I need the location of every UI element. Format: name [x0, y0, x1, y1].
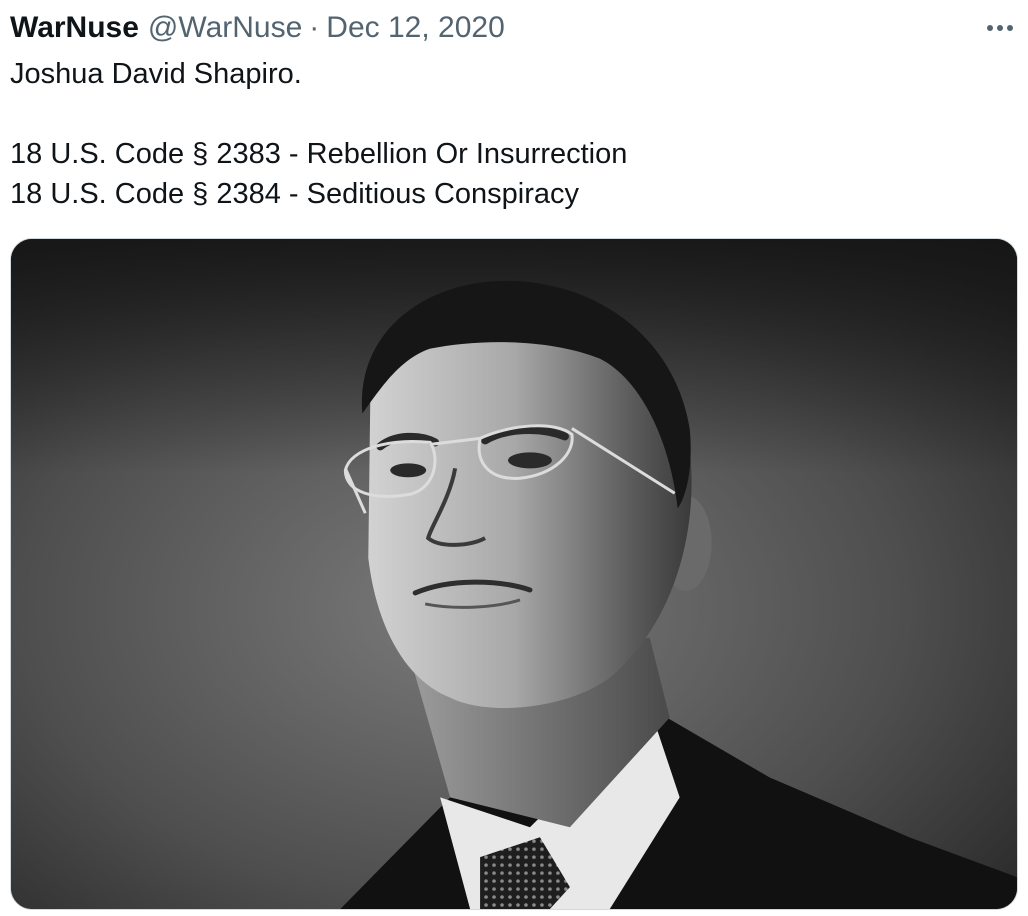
- tweet-text-line: 18 U.S. Code § 2383 - Rebellion Or Insur…: [10, 138, 628, 170]
- tweet-date[interactable]: Dec 12, 2020: [326, 8, 504, 48]
- tweet-text-line: 18 U.S. Code § 2384 - Seditious Conspira…: [10, 178, 580, 210]
- portrait-photo: [11, 239, 1017, 909]
- more-options-button[interactable]: [984, 14, 1016, 42]
- ellipsis-icon: [987, 25, 993, 31]
- tweet-text-line: Joshua David Shapiro.: [10, 58, 302, 90]
- tweet-header: WarNuse @WarNuse · Dec 12, 2020: [10, 8, 505, 48]
- author-display-name[interactable]: WarNuse: [10, 8, 139, 48]
- header-separator: ·: [309, 11, 320, 44]
- tweet[interactable]: WarNuse @WarNuse · Dec 12, 2020 Joshua D…: [0, 0, 1028, 916]
- tweet-photo[interactable]: [10, 238, 1018, 910]
- tweet-text: Joshua David Shapiro. 18 U.S. Code § 238…: [10, 54, 1010, 214]
- tweet-text-line: [10, 94, 1010, 134]
- ellipsis-icon: [1007, 25, 1013, 31]
- author-handle[interactable]: @WarNuse: [148, 8, 302, 48]
- ellipsis-icon: [997, 25, 1003, 31]
